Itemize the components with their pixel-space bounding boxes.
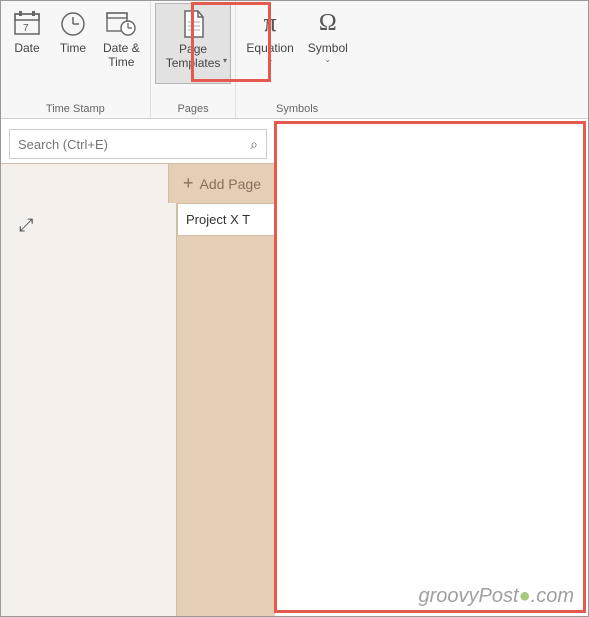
group-label-pages: Pages	[177, 103, 208, 118]
search-input[interactable]	[18, 137, 250, 152]
note-canvas[interactable]: ⤢	[1, 203, 177, 616]
calendar-date-icon: 7	[11, 7, 43, 39]
highlight-box	[274, 121, 586, 613]
group-label-symbols: Symbols	[276, 103, 318, 118]
omega-icon: Ω	[312, 7, 344, 39]
page-item[interactable]: Project X T	[177, 203, 275, 236]
plus-icon: +	[183, 173, 194, 194]
group-label-timestamp: Time Stamp	[46, 103, 105, 118]
tab-area[interactable]	[1, 164, 169, 203]
search-icon[interactable]: ⌕	[250, 136, 258, 153]
page-list: Project X T	[177, 203, 275, 616]
add-page-label: Add Page	[200, 176, 262, 192]
time-label: Time	[60, 41, 86, 55]
date-label: Date	[14, 41, 39, 55]
date-time-button[interactable]: Date & Time	[97, 3, 146, 73]
expand-icon[interactable]: ⤢	[19, 215, 33, 236]
page-list-area: ⤢ Project X T	[1, 203, 275, 616]
date-button[interactable]: 7 Date	[5, 3, 49, 73]
search-bar[interactable]: ⌕	[9, 129, 267, 159]
date-time-label: Date & Time	[103, 41, 140, 69]
svg-text:7: 7	[23, 23, 29, 34]
chevron-down-icon: ⌄	[324, 55, 331, 64]
ribbon-group-timestamp: 7 Date Time Date & Time Time Stamp	[1, 1, 151, 118]
calendar-clock-icon	[105, 7, 137, 39]
highlight-box	[191, 2, 271, 82]
section-tab-bar: + Add Page	[1, 163, 275, 203]
ribbon: 7 Date Time Date & Time Time Stamp	[1, 1, 588, 119]
left-panel: ⌕ + Add Page ⤢ Project X T	[1, 119, 275, 616]
time-button[interactable]: Time	[51, 3, 95, 73]
symbol-button[interactable]: Ω Symbol ⌄	[302, 3, 354, 68]
clock-icon	[57, 7, 89, 39]
add-page-button[interactable]: + Add Page	[169, 164, 275, 203]
symbol-label: Symbol	[308, 41, 348, 55]
